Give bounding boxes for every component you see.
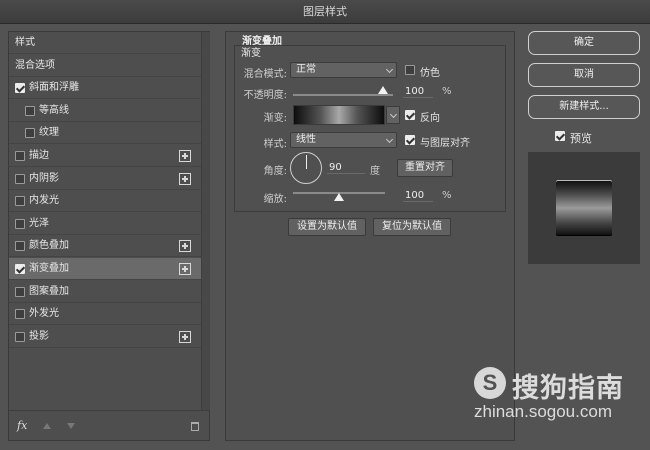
style-list-item[interactable]: 外发光 <box>9 303 201 326</box>
style-item-label: 混合选项 <box>15 59 55 71</box>
opacity-unit: % <box>442 86 452 97</box>
group-title: 渐变 <box>241 48 261 59</box>
style-checkbox[interactable] <box>25 128 35 139</box>
angle-value[interactable]: 90 <box>327 162 365 174</box>
gradient-label: 渐变: <box>263 113 287 124</box>
trash-icon[interactable] <box>191 422 199 431</box>
preview-swatch <box>556 180 612 236</box>
style-checkbox[interactable] <box>15 173 25 184</box>
style-item-label: 纹理 <box>39 127 59 139</box>
style-checkbox[interactable] <box>15 309 25 320</box>
preview-checkbox[interactable] <box>555 131 565 141</box>
style-checkbox[interactable] <box>15 286 25 297</box>
style-checkbox[interactable] <box>15 83 25 94</box>
add-effect-icon[interactable] <box>179 263 191 275</box>
reset-default-button[interactable]: 复位为默认值 <box>373 218 451 236</box>
style-list-item[interactable]: 描边 <box>9 145 201 167</box>
style-item-label: 描边 <box>29 150 49 161</box>
style-list-item[interactable]: 内阴影 <box>9 168 201 190</box>
style-checkbox[interactable] <box>15 241 25 252</box>
set-default-button[interactable]: 设置为默认值 <box>288 218 366 236</box>
style-list-item[interactable]: 样式 <box>9 32 201 54</box>
style-list-item[interactable]: 光泽 <box>9 213 201 235</box>
style-item-label: 渐变叠加 <box>29 263 69 274</box>
style-label: 样式: <box>263 139 287 150</box>
style-item-label: 样式 <box>15 37 35 48</box>
style-list-item[interactable]: 渐变叠加 <box>9 258 201 280</box>
add-effect-icon[interactable] <box>179 330 191 343</box>
style-item-label: 投影 <box>29 330 49 342</box>
blend-mode-value: 正常 <box>296 64 316 75</box>
reset-alignment-button[interactable]: 重置对齐 <box>397 159 453 177</box>
gradient-overlay-panel: 渐变叠加 渐变 混合模式: 正常 仿色 不透明度: 100 % 渐变: 反向 样… <box>225 31 515 441</box>
new-style-button[interactable]: 新建样式... <box>528 95 640 119</box>
align-with-layer-label: 与图层对齐 <box>420 138 470 149</box>
style-list-item[interactable]: 斜面和浮雕 <box>9 77 201 100</box>
style-item-label: 内阴影 <box>29 172 59 184</box>
style-list-item[interactable]: 内发光 <box>9 190 201 213</box>
styles-list-footer: fx <box>9 410 209 440</box>
opacity-value[interactable]: 100 <box>403 86 433 98</box>
style-checkbox[interactable] <box>15 196 25 207</box>
chevron-down-icon <box>385 65 394 74</box>
style-checkbox[interactable] <box>15 218 25 229</box>
style-list-item[interactable]: 等高线 <box>9 100 201 122</box>
chevron-down-icon <box>385 135 394 144</box>
style-list-item[interactable]: 投影 <box>9 326 201 348</box>
angle-dial[interactable] <box>290 152 322 184</box>
ok-button[interactable]: 确定 <box>528 31 640 55</box>
dialog-title: 图层样式 <box>0 0 650 24</box>
watermark-title: 搜狗指南 <box>512 373 624 404</box>
style-value: 线性 <box>296 134 316 145</box>
style-checkbox[interactable] <box>15 264 25 274</box>
style-select[interactable]: 线性 <box>290 132 397 148</box>
style-checkbox[interactable] <box>15 331 25 342</box>
style-preview <box>528 152 640 264</box>
style-list-item[interactable]: 图案叠加 <box>9 281 201 303</box>
opacity-slider-track[interactable] <box>293 94 393 96</box>
preview-label: 预览 <box>570 132 592 145</box>
style-item-label: 图案叠加 <box>29 285 69 297</box>
styles-list-scrollbar[interactable] <box>201 32 210 410</box>
reverse-checkbox[interactable] <box>405 110 415 120</box>
styles-list-panel: 样式混合选项斜面和浮雕等高线纹理描边内阴影内发光光泽颜色叠加渐变叠加图案叠加外发… <box>8 31 210 441</box>
scale-unit: % <box>442 190 452 201</box>
gradient-dropdown-button[interactable] <box>386 106 400 124</box>
add-effect-icon[interactable] <box>179 240 191 253</box>
scale-slider-handle[interactable] <box>334 193 344 201</box>
style-list-item[interactable]: 颜色叠加 <box>9 235 201 258</box>
style-item-label: 外发光 <box>29 308 59 320</box>
style-checkbox[interactable] <box>15 151 25 161</box>
dither-label: 仿色 <box>420 68 440 79</box>
opacity-label: 不透明度: <box>243 90 287 101</box>
sogou-logo-icon <box>474 367 506 399</box>
dither-checkbox[interactable] <box>405 65 415 75</box>
style-item-label: 等高线 <box>39 104 69 116</box>
style-item-label: 光泽 <box>29 217 49 229</box>
gradient-picker[interactable] <box>293 105 400 125</box>
style-checkbox[interactable] <box>25 105 35 116</box>
scale-label: 缩放: <box>263 194 287 205</box>
gradient-group: 渐变 混合模式: 正常 仿色 不透明度: 100 % 渐变: 反向 样式: 线性… <box>234 45 506 212</box>
add-effect-icon[interactable] <box>179 150 191 162</box>
style-item-label: 斜面和浮雕 <box>29 82 79 94</box>
fx-menu-button[interactable]: fx <box>17 419 27 432</box>
blend-mode-select[interactable]: 正常 <box>290 62 397 78</box>
style-list-item[interactable]: 纹理 <box>9 122 201 145</box>
watermark-url: zhinan.sogou.com <box>474 402 612 421</box>
move-up-icon[interactable] <box>43 423 51 429</box>
angle-unit: 度 <box>370 166 380 177</box>
cancel-button[interactable]: 取消 <box>528 63 640 87</box>
angle-label: 角度: <box>263 166 287 177</box>
add-effect-icon[interactable] <box>179 172 191 185</box>
opacity-slider-handle[interactable] <box>378 86 388 94</box>
align-with-layer-checkbox[interactable] <box>405 135 415 145</box>
move-down-icon[interactable] <box>67 423 75 429</box>
scale-value[interactable]: 100 <box>403 190 433 202</box>
blend-mode-label: 混合模式: <box>243 69 287 80</box>
style-item-label: 颜色叠加 <box>29 240 69 252</box>
reverse-label: 反向 <box>420 113 440 124</box>
style-list-item[interactable]: 混合选项 <box>9 55 201 77</box>
style-item-label: 内发光 <box>29 195 59 207</box>
